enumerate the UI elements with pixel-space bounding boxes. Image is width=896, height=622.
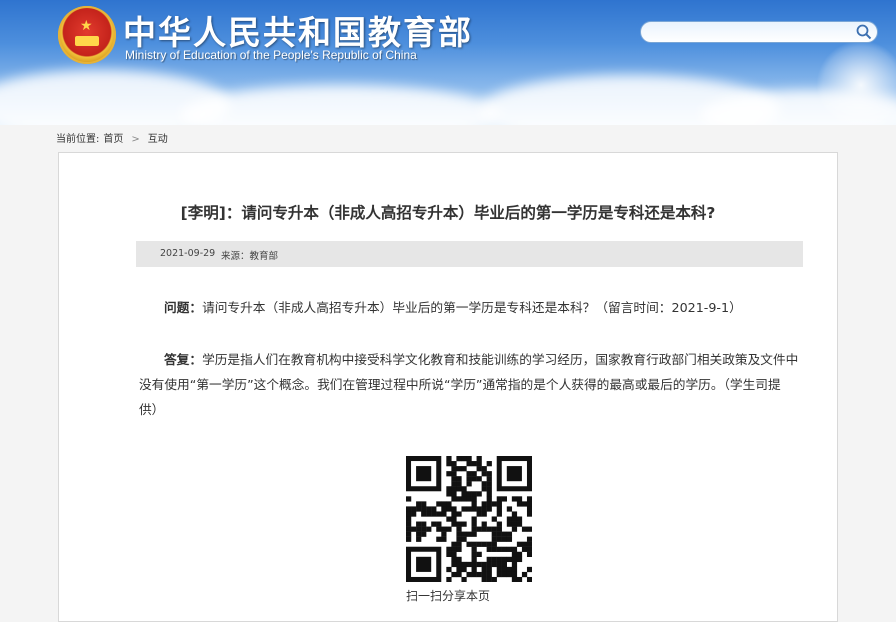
answer-paragraph: 答复：学历是指人们在教育机构中接受科学文化教育和技能训练的学习经历，国家教育行政… xyxy=(139,347,799,422)
search-icon[interactable] xyxy=(855,23,873,41)
article-meta-bar: 2021-09-29 来源：教育部 xyxy=(136,241,803,267)
cloud-decoration xyxy=(180,85,500,125)
qr-caption: 扫一扫分享本页 xyxy=(405,589,490,603)
question-label: 问题： xyxy=(164,300,203,315)
site-header: ★ 中华人民共和国教育部 Ministry of Education of th… xyxy=(0,0,896,125)
question-text: 请问专升本（非成人高招专升本）毕业后的第一学历是专科还是本科？（留言时间：202… xyxy=(202,300,742,315)
site-subtitle: Ministry of Education of the People's Re… xyxy=(125,48,417,62)
article-title: [李明]：请问专升本（非成人高招专升本）毕业后的第一学历是专科还是本科? xyxy=(180,204,716,222)
tiananmen-icon xyxy=(75,36,99,46)
answer-label: 答复： xyxy=(164,352,203,367)
article-source: 来源：教育部 xyxy=(221,251,279,262)
breadcrumb-home-link[interactable]: 首页 xyxy=(103,134,123,145)
national-emblem-icon[interactable]: ★ xyxy=(58,6,116,64)
article-card: [李明]：请问专升本（非成人高招专升本）毕业后的第一学历是专科还是本科? 202… xyxy=(58,152,838,622)
breadcrumb-separator: > xyxy=(131,134,140,145)
search-box xyxy=(640,21,878,43)
answer-text: 学历是指人们在教育机构中接受科学文化教育和技能训练的学习经历，国家教育行政部门相… xyxy=(139,352,799,417)
star-icon: ★ xyxy=(80,18,93,34)
site-title[interactable]: 中华人民共和国教育部 xyxy=(123,6,473,54)
question-paragraph: 问题：请问专升本（非成人高招专升本）毕业后的第一学历是专科还是本科？（留言时间：… xyxy=(139,295,799,320)
breadcrumb-prefix: 当前位置: xyxy=(56,134,100,145)
breadcrumb-interaction-link[interactable]: 互动 xyxy=(148,134,168,145)
breadcrumb: 当前位置: 首页 > 互动 xyxy=(56,130,168,145)
article-date: 2021-09-29 xyxy=(160,248,216,259)
search-input[interactable] xyxy=(651,24,855,42)
share-qr-code xyxy=(406,456,532,582)
dandelion-decoration xyxy=(816,40,896,125)
